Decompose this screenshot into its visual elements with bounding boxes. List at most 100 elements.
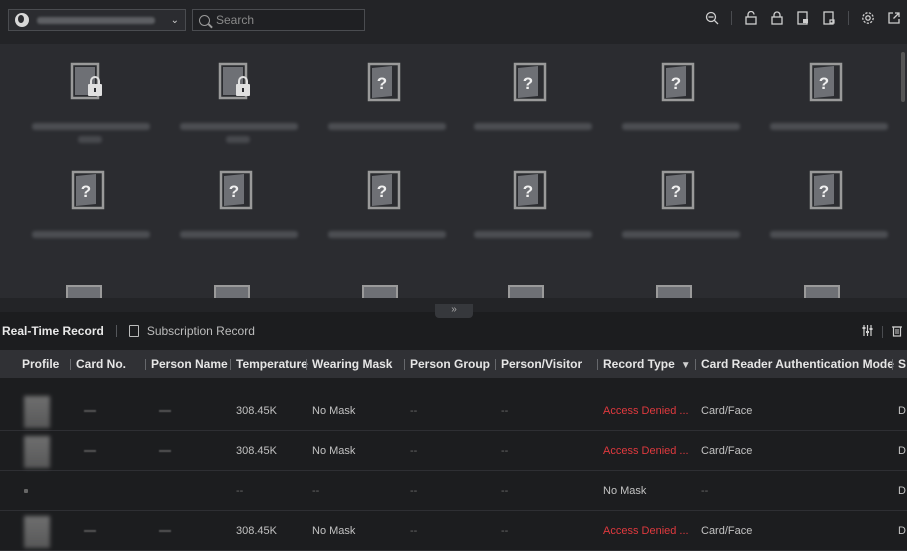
column-header-wearing-mask[interactable]: Wearing Mask bbox=[306, 350, 392, 378]
svg-text:?: ? bbox=[377, 74, 387, 93]
column-header-person-name[interactable]: Person Name bbox=[145, 350, 228, 378]
popout-icon[interactable] bbox=[887, 11, 901, 25]
table-row[interactable]: 308.45K No Mask -- -- Access Denied ... Card/… bbox=[0, 391, 907, 431]
door-name-redacted bbox=[32, 231, 150, 238]
column-header-temperature[interactable]: Temperature bbox=[230, 350, 308, 378]
door-unknown-icon: ? bbox=[808, 170, 844, 210]
settings-icon[interactable] bbox=[861, 11, 875, 25]
cell-wearing-mask: No Mask bbox=[312, 525, 356, 537]
door-tile[interactable]: ? bbox=[756, 44, 902, 134]
door-tile-partial[interactable] bbox=[66, 285, 102, 298]
tab-subscription-label: Subscription Record bbox=[146, 324, 255, 338]
cell-person-group: -- bbox=[410, 445, 418, 457]
column-header-card-no[interactable]: Card No. bbox=[70, 350, 126, 378]
redacted-cell bbox=[159, 431, 171, 471]
column-settings-icon[interactable] bbox=[861, 324, 874, 340]
door-tile-partial[interactable] bbox=[804, 285, 840, 298]
cell-last: D bbox=[898, 525, 906, 537]
door-name-redacted bbox=[770, 123, 888, 130]
door-tile-partial[interactable] bbox=[362, 285, 398, 298]
cell-auth-mode: Card/Face bbox=[701, 405, 753, 417]
cell-last: D bbox=[898, 485, 906, 497]
record-tabs: Real-Time Record Subscription Record bbox=[0, 318, 907, 344]
door-tile[interactable] bbox=[166, 44, 312, 143]
door-unknown-icon: ? bbox=[512, 170, 548, 210]
door-tile[interactable]: ? bbox=[314, 44, 460, 134]
filter-icon[interactable]: ▼ bbox=[681, 352, 691, 380]
column-header-profile[interactable]: Profile bbox=[22, 350, 59, 378]
door-unknown-icon: ? bbox=[808, 62, 844, 102]
table-row[interactable]: 308.45K No Mask -- -- Access Denied ... Card/… bbox=[0, 511, 907, 551]
svg-text:?: ? bbox=[671, 74, 681, 93]
door-tile[interactable]: ? bbox=[166, 152, 312, 242]
table-tools bbox=[861, 324, 903, 340]
door-tile[interactable]: ? bbox=[608, 152, 754, 242]
door-tile-partial[interactable] bbox=[214, 285, 250, 298]
delete-icon[interactable] bbox=[891, 324, 903, 340]
table-row[interactable]: 308.45K No Mask -- -- Access Denied ... Card/… bbox=[0, 431, 907, 471]
column-header-person-group[interactable]: Person Group bbox=[404, 350, 490, 378]
cell-last: D bbox=[898, 445, 906, 457]
search-icon bbox=[199, 14, 210, 26]
column-header-truncated[interactable]: S bbox=[892, 350, 906, 378]
cell-person-visitor: -- bbox=[501, 405, 509, 417]
collapse-panel-button[interactable]: » bbox=[435, 304, 473, 318]
door-unknown-icon: ? bbox=[512, 62, 548, 102]
door-tile-partial[interactable] bbox=[508, 285, 544, 298]
door-name-redacted bbox=[78, 136, 102, 143]
record-table-header: Profile Card No. Person Name Temperature… bbox=[0, 350, 907, 378]
svg-text:?: ? bbox=[229, 182, 239, 201]
door-name-redacted bbox=[622, 231, 740, 238]
profile-photo bbox=[24, 396, 50, 428]
site-selector[interactable]: ⌄ bbox=[8, 9, 186, 31]
document-icon bbox=[128, 325, 139, 337]
top-toolbar: ⌄ bbox=[0, 0, 907, 44]
cell-temperature: 308.45K bbox=[236, 445, 277, 457]
cell-auth-mode: Card/Face bbox=[701, 525, 753, 537]
door-name-redacted bbox=[770, 231, 888, 238]
remain-closed-icon[interactable] bbox=[822, 11, 836, 25]
chevron-down-icon: ⌄ bbox=[170, 14, 179, 26]
door-tile[interactable]: ? bbox=[18, 152, 164, 242]
door-name-redacted bbox=[226, 136, 250, 143]
cell-temperature: 308.45K bbox=[236, 405, 277, 417]
search-field[interactable] bbox=[192, 9, 365, 31]
search-input[interactable] bbox=[216, 13, 356, 27]
door-tile[interactable] bbox=[18, 44, 164, 143]
toolbar-divider bbox=[731, 11, 732, 25]
door-unknown-icon: ? bbox=[660, 170, 696, 210]
column-header-record-type[interactable]: Record Type ▼ bbox=[597, 350, 691, 380]
door-name-redacted bbox=[622, 123, 740, 130]
svg-text:?: ? bbox=[81, 182, 91, 201]
svg-text:?: ? bbox=[819, 182, 829, 201]
remain-open-icon[interactable] bbox=[796, 11, 810, 25]
zoom-out-icon[interactable] bbox=[705, 11, 719, 25]
toolbar-divider bbox=[882, 326, 883, 338]
cell-record-type: Access Denied ... bbox=[603, 445, 689, 457]
tab-subscription-record[interactable]: Subscription Record bbox=[128, 324, 255, 338]
door-tile-partial[interactable] bbox=[656, 285, 692, 298]
column-header-person-visitor[interactable]: Person/Visitor bbox=[495, 350, 582, 378]
door-tile[interactable]: ? bbox=[460, 44, 606, 134]
redacted-cell bbox=[159, 391, 171, 431]
table-row[interactable]: -- -- -- -- No Mask -- D bbox=[0, 471, 907, 511]
door-unknown-icon: ? bbox=[366, 62, 402, 102]
redacted-cell bbox=[84, 431, 96, 471]
cell-temperature: -- bbox=[236, 485, 244, 497]
door-tile[interactable]: ? bbox=[314, 152, 460, 242]
profile-photo bbox=[24, 436, 50, 468]
tab-divider bbox=[115, 325, 117, 337]
door-unknown-icon: ? bbox=[366, 170, 402, 210]
door-tile[interactable]: ? bbox=[460, 152, 606, 242]
door-control-toolbar bbox=[705, 10, 901, 25]
door-tile[interactable]: ? bbox=[608, 44, 754, 134]
redacted-cell bbox=[84, 511, 96, 551]
door-tile[interactable]: ? bbox=[756, 152, 902, 242]
lock-icon[interactable] bbox=[770, 11, 784, 25]
unlock-icon[interactable] bbox=[744, 10, 758, 25]
cell-person-group: -- bbox=[410, 405, 418, 417]
redacted-cell bbox=[159, 511, 171, 551]
tab-realtime-record[interactable]: Real-Time Record bbox=[0, 324, 104, 338]
cell-wearing-mask: -- bbox=[312, 485, 320, 497]
column-header-auth-mode[interactable]: Card Reader Authentication Mode bbox=[695, 350, 894, 378]
